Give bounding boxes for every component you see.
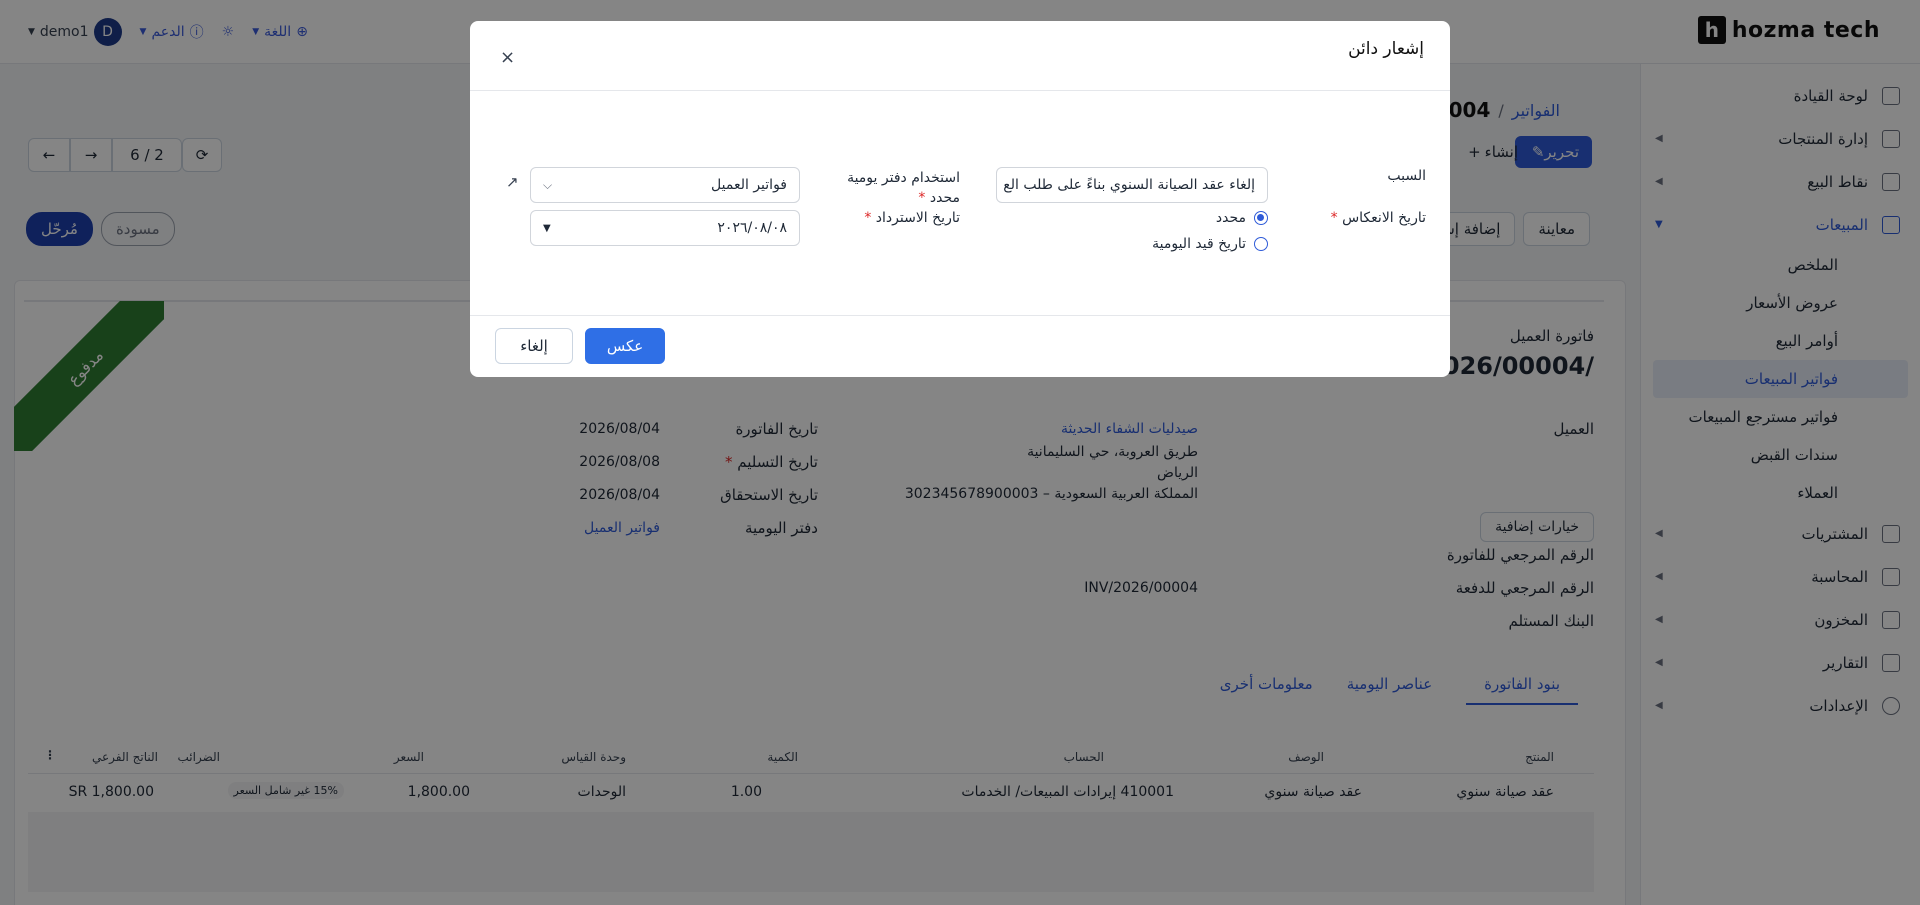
dialog-header: إشعار دائن × <box>470 21 1450 91</box>
use-journal-label-line1: استخدام دفتر يومية <box>847 170 960 186</box>
radio-specific-label: محدد <box>1215 210 1246 226</box>
radio-journal-date[interactable]: تاريخ قيد اليومية <box>1152 236 1268 252</box>
chevron-down-icon: ⌵ <box>543 177 553 192</box>
close-icon[interactable]: × <box>500 47 515 68</box>
reverse-button[interactable]: عكس <box>585 328 665 364</box>
external-link-icon[interactable]: ↗ <box>506 173 519 191</box>
radio-journal-date-label: تاريخ قيد اليومية <box>1152 236 1246 252</box>
reason-input[interactable]: إلغاء عقد الصيانة السنوي بناءً على طلب ا… <box>996 167 1268 203</box>
dialog-title: إشعار دائن <box>1348 39 1424 59</box>
use-journal-label-line2: محدد <box>929 190 960 206</box>
refund-date-label-text: تاريخ الاسترداد <box>875 210 960 226</box>
reversal-date-label-text: تاريخ الانعكاس <box>1342 210 1426 226</box>
radio-specific-control[interactable] <box>1254 211 1268 225</box>
journal-select[interactable]: فواتير العميل ⌵ <box>530 167 800 203</box>
reversal-date-label: تاريخ الانعكاس * <box>1330 210 1426 226</box>
dialog-footer: عكس إلغاء <box>470 315 1450 377</box>
radio-specific[interactable]: محدد <box>1216 210 1268 226</box>
cancel-button[interactable]: إلغاء <box>495 328 573 364</box>
credit-note-dialog: إشعار دائن × السبب إلغاء عقد الصيانة الس… <box>470 21 1450 377</box>
radio-journal-date-control[interactable] <box>1254 237 1268 251</box>
reason-label: السبب <box>1387 168 1426 184</box>
refund-date-input[interactable]: ٢٠٢٦/٠٨/٠٨ ▼ <box>530 210 800 246</box>
refund-date-value: ٢٠٢٦/٠٨/٠٨ <box>717 220 787 236</box>
journal-select-value: فواتير العميل <box>711 177 787 193</box>
use-journal-label: استخدام دفتر يومية محدد * <box>847 170 960 206</box>
refund-date-label: تاريخ الاسترداد * <box>864 210 960 226</box>
caret-down-icon: ▼ <box>543 222 551 234</box>
